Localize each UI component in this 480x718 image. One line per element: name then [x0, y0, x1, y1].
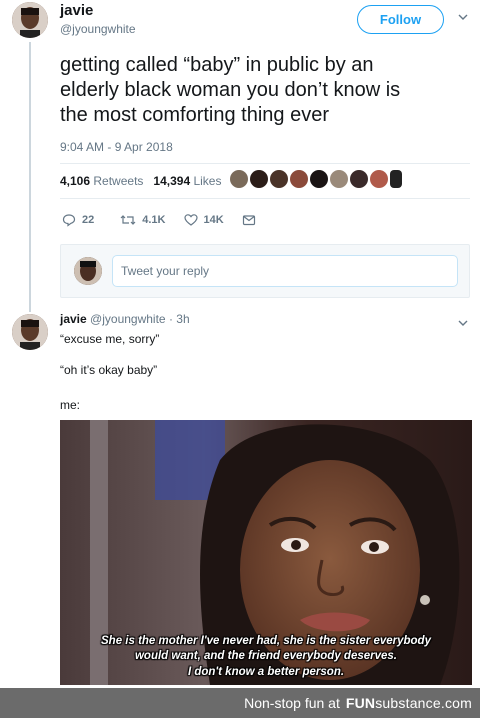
reply-composer: Tweet your reply	[60, 244, 470, 298]
reply-author[interactable]: javie @jyoungwhite · 3h	[60, 312, 190, 326]
likes-count[interactable]: 14,394	[153, 174, 190, 188]
tweet-text-line: getting called “baby” in public by an	[60, 54, 374, 76]
avatar[interactable]	[12, 314, 48, 350]
tweet-text: getting called “baby” in public by an el…	[60, 53, 470, 128]
divider	[60, 198, 470, 199]
retweet-icon	[120, 215, 136, 225]
divider	[60, 163, 470, 164]
reply-action[interactable]: 22	[62, 213, 94, 227]
retweet-action[interactable]: 4.1K	[120, 213, 166, 227]
thread-line	[29, 42, 31, 312]
reply-count: 22	[82, 214, 95, 226]
reply-text-line: “excuse me, sorry”	[60, 332, 160, 346]
retweet-count: 4.1K	[142, 214, 166, 226]
author-name[interactable]: javie	[60, 2, 93, 19]
liker-avatars	[230, 170, 402, 188]
chevron-down-icon[interactable]	[458, 12, 468, 22]
reply-text-line: me:	[60, 398, 81, 412]
like-count: 14K	[203, 214, 224, 226]
brand-rest: substance.com	[375, 695, 472, 711]
envelope-icon	[242, 215, 255, 226]
footer-tagline: Non-stop fun at	[244, 695, 340, 711]
tweet-stats: 4,106 Retweets 14,394 Likes	[60, 174, 221, 188]
liker-avatar[interactable]	[310, 170, 328, 188]
caption-line: I don't know a better person.	[187, 666, 345, 678]
heart-icon	[183, 214, 198, 226]
liker-avatar[interactable]	[230, 170, 248, 188]
watermark-footer: Non-stop fun at FUNsubstance.com	[0, 688, 480, 718]
liker-avatar[interactable]	[250, 170, 268, 188]
meme-image[interactable]: She is the mother I've never had, she is…	[60, 420, 472, 685]
caption-line: She is the mother I've never had, she is…	[101, 635, 431, 647]
avatar	[74, 257, 102, 285]
liker-avatar[interactable]	[390, 170, 402, 188]
likes-label[interactable]: Likes	[193, 174, 221, 188]
reply-text-line: “oh it’s okay baby”	[60, 363, 158, 377]
avatar[interactable]	[12, 2, 48, 38]
liker-avatar[interactable]	[350, 170, 368, 188]
liker-avatar[interactable]	[330, 170, 348, 188]
like-action[interactable]: 14K	[183, 213, 224, 227]
chevron-down-icon[interactable]	[458, 318, 468, 328]
follow-button[interactable]: Follow	[357, 5, 444, 34]
retweets-count[interactable]: 4,106	[60, 174, 90, 188]
reply-author-meta[interactable]: @jyoungwhite · 3h	[90, 312, 190, 326]
brand-prefix: FUN	[345, 695, 376, 711]
caption-line: would want, and the friend everybody des…	[134, 650, 397, 662]
footer-brand[interactable]: FUNsubstance.com	[346, 695, 472, 711]
tweet-header: javie @jyoungwhite Follow	[12, 2, 468, 46]
liker-avatar[interactable]	[370, 170, 388, 188]
reply-author-name[interactable]: javie	[60, 312, 87, 326]
message-action[interactable]	[242, 213, 256, 227]
tweet-text-line: elderly black woman you don’t know is	[60, 79, 401, 101]
author-handle[interactable]: @jyoungwhite	[60, 22, 136, 36]
reply-icon	[62, 214, 76, 227]
tweet-timestamp[interactable]: 9:04 AM - 9 Apr 2018	[60, 140, 173, 154]
tweet-text-line: the most comforting thing ever	[60, 104, 330, 126]
retweets-label[interactable]: Retweets	[93, 174, 143, 188]
tweet-actions: 22 4.1K 14K	[62, 213, 274, 227]
liker-avatar[interactable]	[290, 170, 308, 188]
reply-input[interactable]: Tweet your reply	[112, 255, 458, 287]
liker-avatar[interactable]	[270, 170, 288, 188]
